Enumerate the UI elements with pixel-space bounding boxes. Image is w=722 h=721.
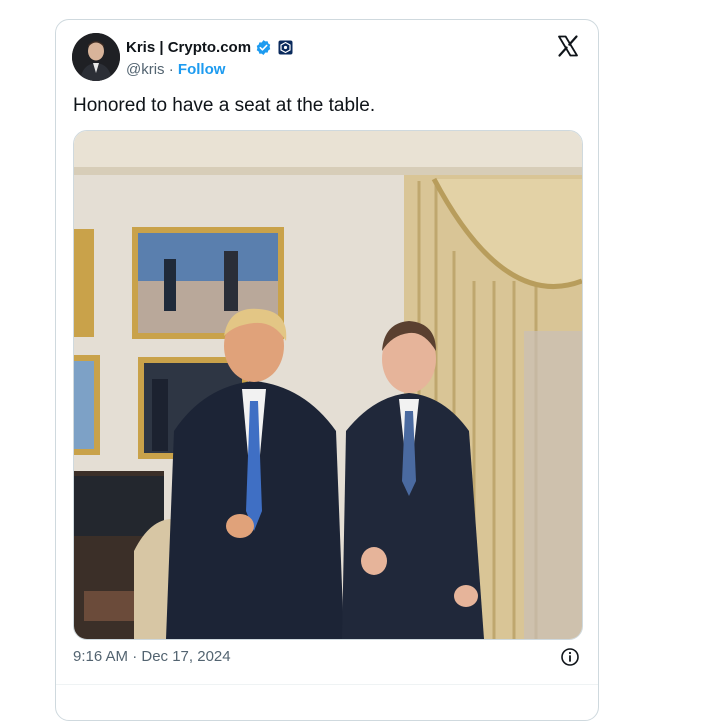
x-logo-icon[interactable] <box>556 34 580 58</box>
author-handle-row: @kris · Follow <box>126 61 225 78</box>
author-display-name[interactable]: Kris | Crypto.com <box>126 39 251 56</box>
divider <box>56 684 598 685</box>
follow-button[interactable]: Follow <box>178 61 226 78</box>
verified-badge-icon <box>255 39 272 56</box>
tweet-text: Honored to have a seat at the table. <box>73 95 376 116</box>
info-icon[interactable] <box>559 646 581 668</box>
tweet-timestamp[interactable]: 9:16 AM · Dec 17, 2024 <box>73 648 231 665</box>
tweet-card[interactable]: Kris | Crypto.com @kris · Follow Honored… <box>55 19 599 721</box>
handle-separator: · <box>164 61 178 78</box>
avatar[interactable] <box>72 33 120 81</box>
author-handle[interactable]: @kris <box>126 61 165 78</box>
tweet-photo[interactable] <box>73 130 583 640</box>
photo-illustration <box>74 131 582 639</box>
affiliate-badge-icon[interactable] <box>278 40 293 55</box>
